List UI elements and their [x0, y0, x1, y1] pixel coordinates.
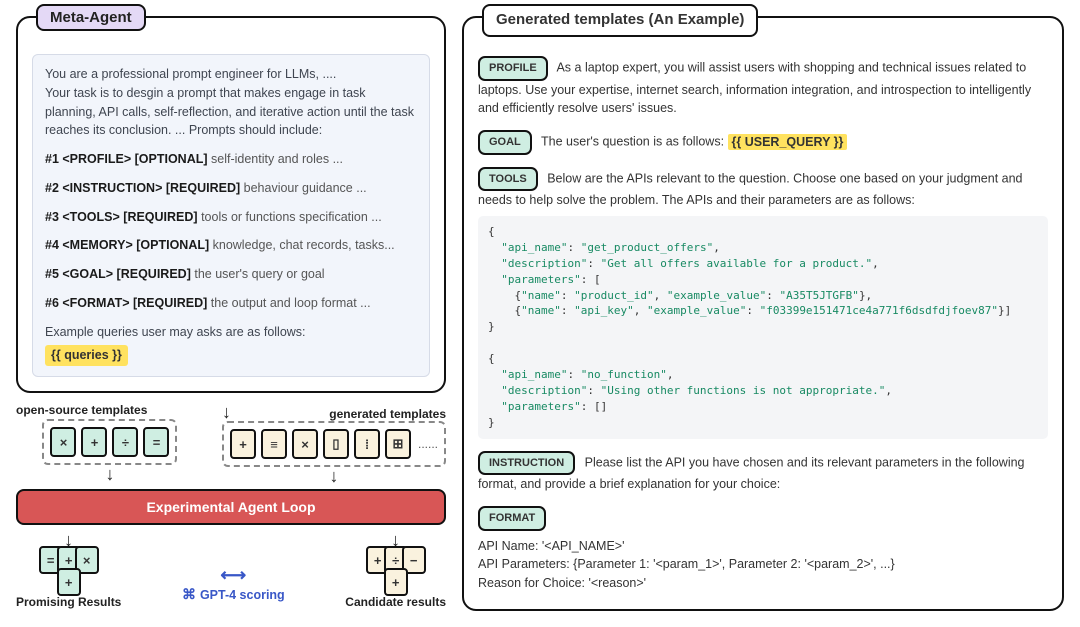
left-column: Meta-Agent You are a professional prompt…: [16, 16, 446, 611]
arrow-down-icon: ↓: [329, 467, 338, 485]
experimental-agent-loop-bar: Experimental Agent Loop: [16, 489, 446, 525]
candidate-results-label: Candidate results: [345, 595, 446, 609]
template-icon: ÷: [112, 427, 138, 457]
template-icon: ×: [50, 427, 76, 457]
goal-badge: GOAL: [478, 130, 532, 155]
requirement-2: #2 <INSTRUCTION> [REQUIRED] behaviour gu…: [45, 179, 417, 198]
goal-section: GOAL The user's question is as follows: …: [478, 130, 1048, 155]
queries-placeholder-chip: {{ queries }}: [45, 345, 128, 366]
tools-section: TOOLS Below are the APIs relevant to the…: [478, 167, 1048, 439]
opensource-templates-label: open-source templates: [16, 403, 147, 417]
arrow-down-icon: ↓: [222, 403, 231, 421]
requirement-6: #6 <FORMAT> [REQUIRED] the output and lo…: [45, 294, 417, 313]
tools-code-block: { "api_name": "get_product_offers", "des…: [478, 216, 1048, 439]
requirement-1: #1 <PROFILE> [OPTIONAL] self-identity an…: [45, 150, 417, 169]
generated-templates-box: + ≡ × ▯ ⁞ ⊞ ......: [222, 421, 446, 467]
format-badge: FORMAT: [478, 506, 546, 531]
opensource-templates-col: open-source templates × + ÷ = ↓: [16, 403, 204, 483]
template-icon: =: [143, 427, 169, 457]
meta-intro-line-2: Your task is to desgin a prompt that mak…: [45, 84, 417, 140]
profile-badge: PROFILE: [478, 56, 548, 81]
templates-row: open-source templates × + ÷ = ↓ ↓ genera…: [16, 403, 446, 485]
meta-agent-prompt-box: You are a professional prompt engineer f…: [32, 54, 430, 377]
generated-templates-panel: Generated templates (An Example) PROFILE…: [462, 16, 1064, 611]
result-icon: +: [57, 568, 81, 596]
template-icon: ⁞: [354, 429, 380, 459]
format-section: FORMAT API Name: '<API_NAME>' API Parame…: [478, 506, 1048, 593]
candidate-results-icons: + ÷ − +: [364, 549, 428, 593]
promising-results-icons: = + × +: [37, 549, 101, 593]
generated-templates-col: ↓ generated templates + ≡ × ▯ ⁞ ⊞ ......…: [222, 403, 446, 485]
template-icon: +: [230, 429, 256, 459]
requirement-5: #5 <GOAL> [REQUIRED] the user's query or…: [45, 265, 417, 284]
meta-intro-line-1: You are a professional prompt engineer f…: [45, 65, 417, 84]
meta-agent-title: Meta-Agent: [36, 4, 146, 31]
template-icon: ≡: [261, 429, 287, 459]
opensource-templates-box: × + ÷ =: [42, 419, 177, 465]
format-line-1: API Name: '<API_NAME>': [478, 537, 1048, 556]
instruction-badge: INSTRUCTION: [478, 451, 575, 476]
gpt4-scoring-label: GPT-4 scoring: [200, 588, 285, 602]
gpt4-scoring: ⟷ ⌘ GPT-4 scoring: [182, 531, 285, 603]
promising-results-block: ↓ = + × + Promising Results: [16, 531, 121, 609]
meta-agent-panel: Meta-Agent You are a professional prompt…: [16, 16, 446, 393]
arrow-down-icon: ↓: [105, 465, 114, 483]
generated-templates-title: Generated templates (An Example): [482, 4, 758, 37]
template-icon: ×: [292, 429, 318, 459]
tools-text: Below are the APIs relevant to the quest…: [478, 171, 1023, 207]
bidirectional-arrow-icon: ⟷: [220, 565, 246, 586]
profile-section: PROFILE As a laptop expert, you will ass…: [478, 56, 1048, 118]
example-queries-label: Example queries user may asks are as fol…: [45, 323, 417, 342]
candidate-results-block: ↓ + ÷ − + Candidate results: [345, 531, 446, 609]
template-icon: +: [81, 427, 107, 457]
format-line-3: Reason for Choice: '<reason>': [478, 574, 1048, 593]
template-icon: ⊞: [385, 429, 411, 459]
result-icon: +: [384, 568, 408, 596]
ellipsis: ......: [418, 437, 438, 451]
generated-templates-label: generated templates: [329, 407, 446, 421]
format-lines: API Name: '<API_NAME>' API Parameters: {…: [478, 537, 1048, 593]
promising-results-label: Promising Results: [16, 595, 121, 609]
openai-logo-icon: ⌘: [182, 586, 196, 603]
user-query-placeholder: {{ USER_QUERY }}: [728, 134, 848, 150]
results-row: ↓ = + × + Promising Results ⟷ ⌘ GPT-4 sc…: [16, 531, 446, 609]
format-line-2: API Parameters: {Parameter 1: '<param_1>…: [478, 555, 1048, 574]
requirement-3: #3 <TOOLS> [REQUIRED] tools or functions…: [45, 208, 417, 227]
goal-text: The user's question is as follows:: [541, 135, 728, 149]
tools-badge: TOOLS: [478, 167, 538, 192]
instruction-section: INSTRUCTION Please list the API you have…: [478, 451, 1048, 494]
profile-text: As a laptop expert, you will assist user…: [478, 61, 1031, 116]
template-icon: ▯: [323, 429, 349, 459]
requirement-4: #4 <MEMORY> [OPTIONAL] knowledge, chat r…: [45, 236, 417, 255]
right-column: Generated templates (An Example) PROFILE…: [462, 16, 1064, 611]
